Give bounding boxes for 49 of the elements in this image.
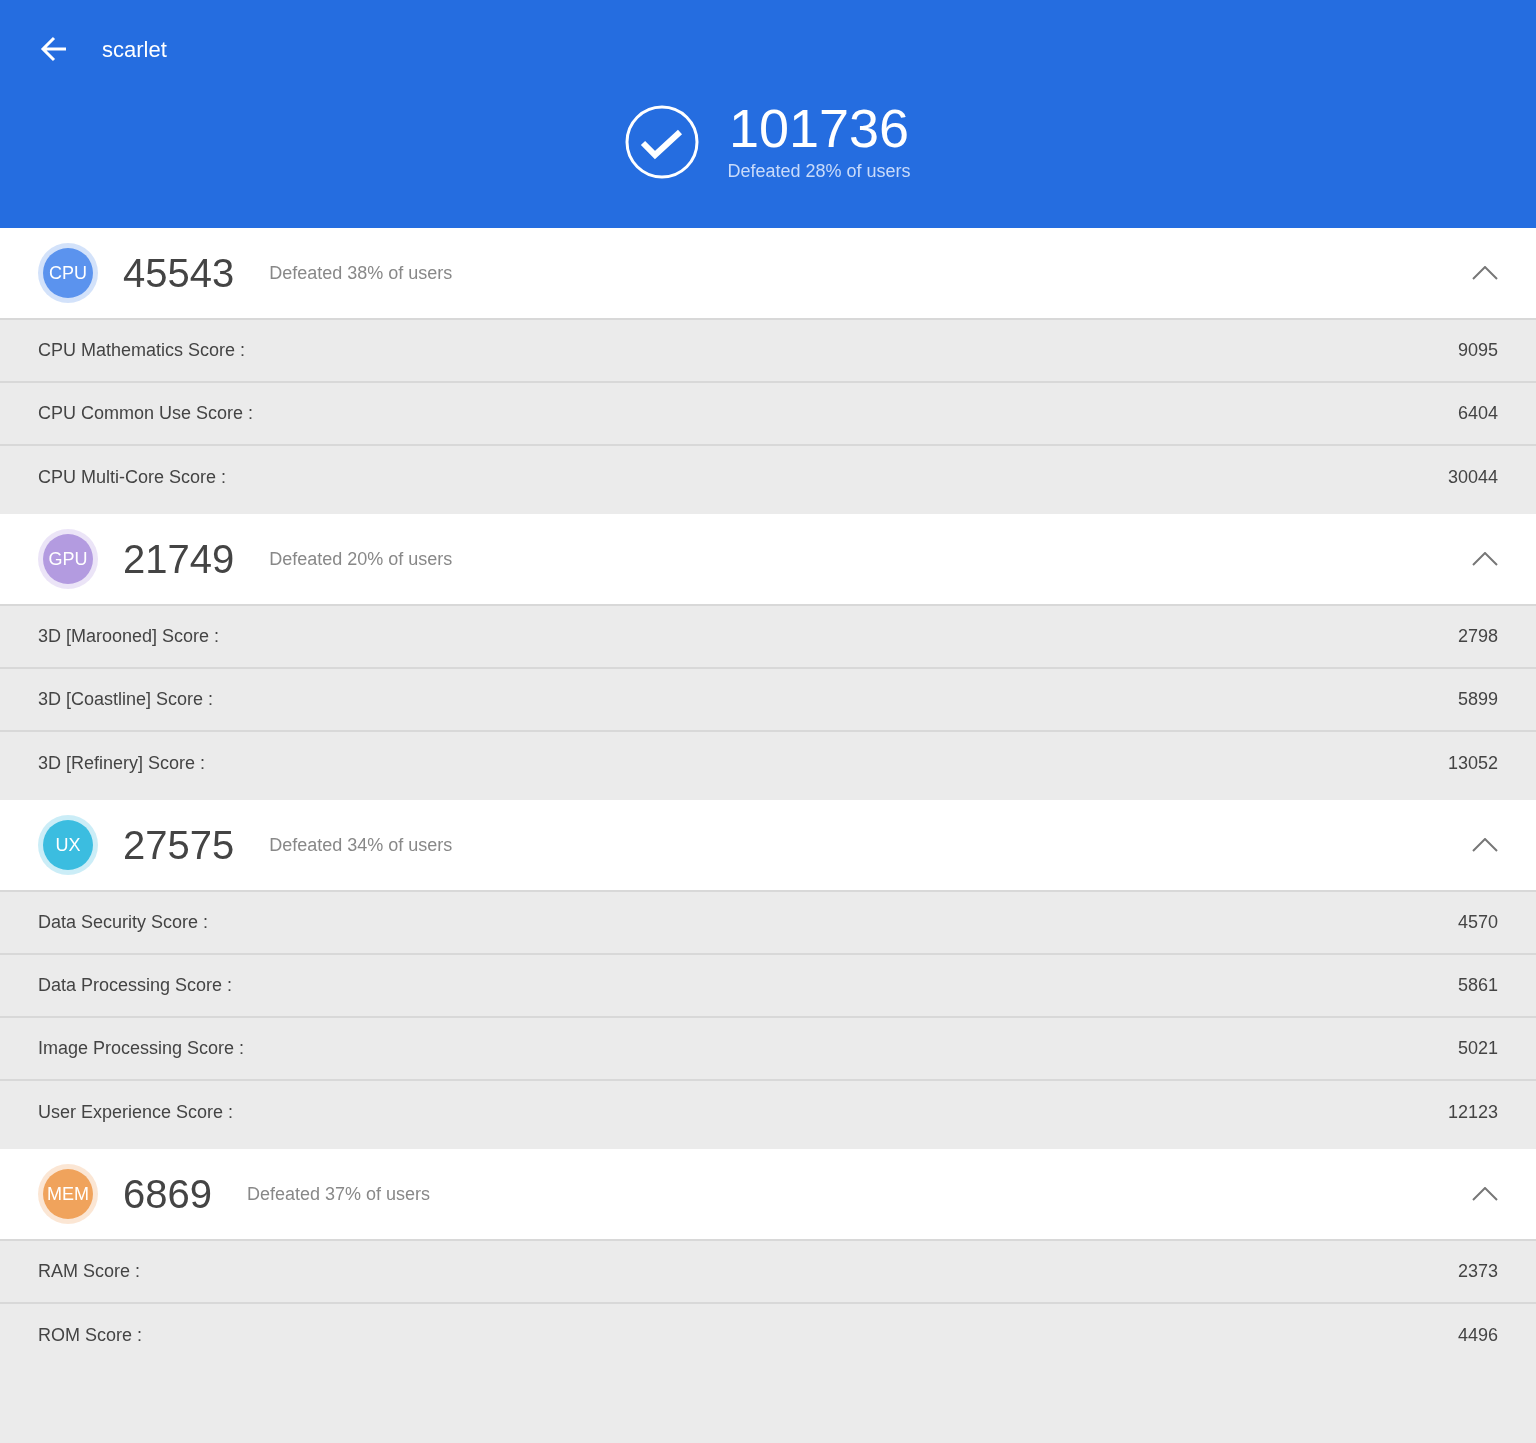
category-defeated-text: Defeated 37% of users xyxy=(247,1182,431,1206)
chevron-icon[interactable] xyxy=(1472,1187,1498,1201)
category-score: 45543 xyxy=(123,250,235,297)
section-header[interactable]: GPU 21749 Defeated 20% of users xyxy=(0,514,1536,606)
total-score: 101736 xyxy=(728,98,910,158)
score-value: 2373 xyxy=(1457,1260,1498,1283)
category-badge: MEM xyxy=(43,1169,93,1219)
score-value: 5861 xyxy=(1457,974,1498,997)
score-value: 4570 xyxy=(1457,911,1498,934)
score-value: 2798 xyxy=(1457,625,1498,648)
score-value: 30044 xyxy=(1447,466,1498,489)
category-defeated-text: Defeated 34% of users xyxy=(269,833,453,857)
score-value: 13052 xyxy=(1447,752,1498,775)
score-label: CPU Common Use Score : xyxy=(38,402,254,425)
score-value: 6404 xyxy=(1457,402,1498,425)
score-label: 3D [Refinery] Score : xyxy=(38,752,206,775)
category-score: 6869 xyxy=(123,1171,212,1218)
score-label: Data Security Score : xyxy=(38,911,209,934)
score-label: CPU Mathematics Score : xyxy=(38,339,246,362)
total-defeated-text: Defeated 28% of users xyxy=(727,160,911,183)
score-label: 3D [Coastline] Score : xyxy=(38,688,214,711)
category-score: 21749 xyxy=(123,536,235,583)
category-score: 27575 xyxy=(123,822,235,869)
score-label: RAM Score : xyxy=(38,1260,141,1283)
score-value: 9095 xyxy=(1457,339,1498,362)
section-header[interactable]: CPU 45543 Defeated 38% of users xyxy=(0,228,1536,320)
score-value: 5899 xyxy=(1457,688,1498,711)
chevron-icon[interactable] xyxy=(1472,266,1498,280)
category-defeated-text: Defeated 38% of users xyxy=(269,261,453,285)
category-badge: CPU xyxy=(43,248,93,298)
score-value: 12123 xyxy=(1447,1101,1498,1124)
score-label: CPU Multi-Core Score : xyxy=(38,466,227,489)
score-value: 4496 xyxy=(1457,1324,1498,1347)
category-badge: UX xyxy=(43,820,93,870)
section-header[interactable]: UX 27575 Defeated 34% of users xyxy=(0,800,1536,892)
score-label: Data Processing Score : xyxy=(38,974,233,997)
score-label: Image Processing Score : xyxy=(38,1037,245,1060)
score-value: 5021 xyxy=(1457,1037,1498,1060)
chevron-icon[interactable] xyxy=(1472,838,1498,852)
score-label: 3D [Marooned] Score : xyxy=(38,625,220,648)
score-label: ROM Score : xyxy=(38,1324,143,1347)
section-header[interactable]: MEM 6869 Defeated 37% of users xyxy=(0,1149,1536,1241)
category-defeated-text: Defeated 20% of users xyxy=(269,547,453,571)
chevron-icon[interactable] xyxy=(1472,552,1498,566)
check-circle-icon xyxy=(625,104,700,179)
category-badge: GPU xyxy=(43,534,93,584)
page-title: scarlet xyxy=(102,35,167,64)
score-label: User Experience Score : xyxy=(38,1101,234,1124)
back-icon[interactable] xyxy=(40,35,68,63)
